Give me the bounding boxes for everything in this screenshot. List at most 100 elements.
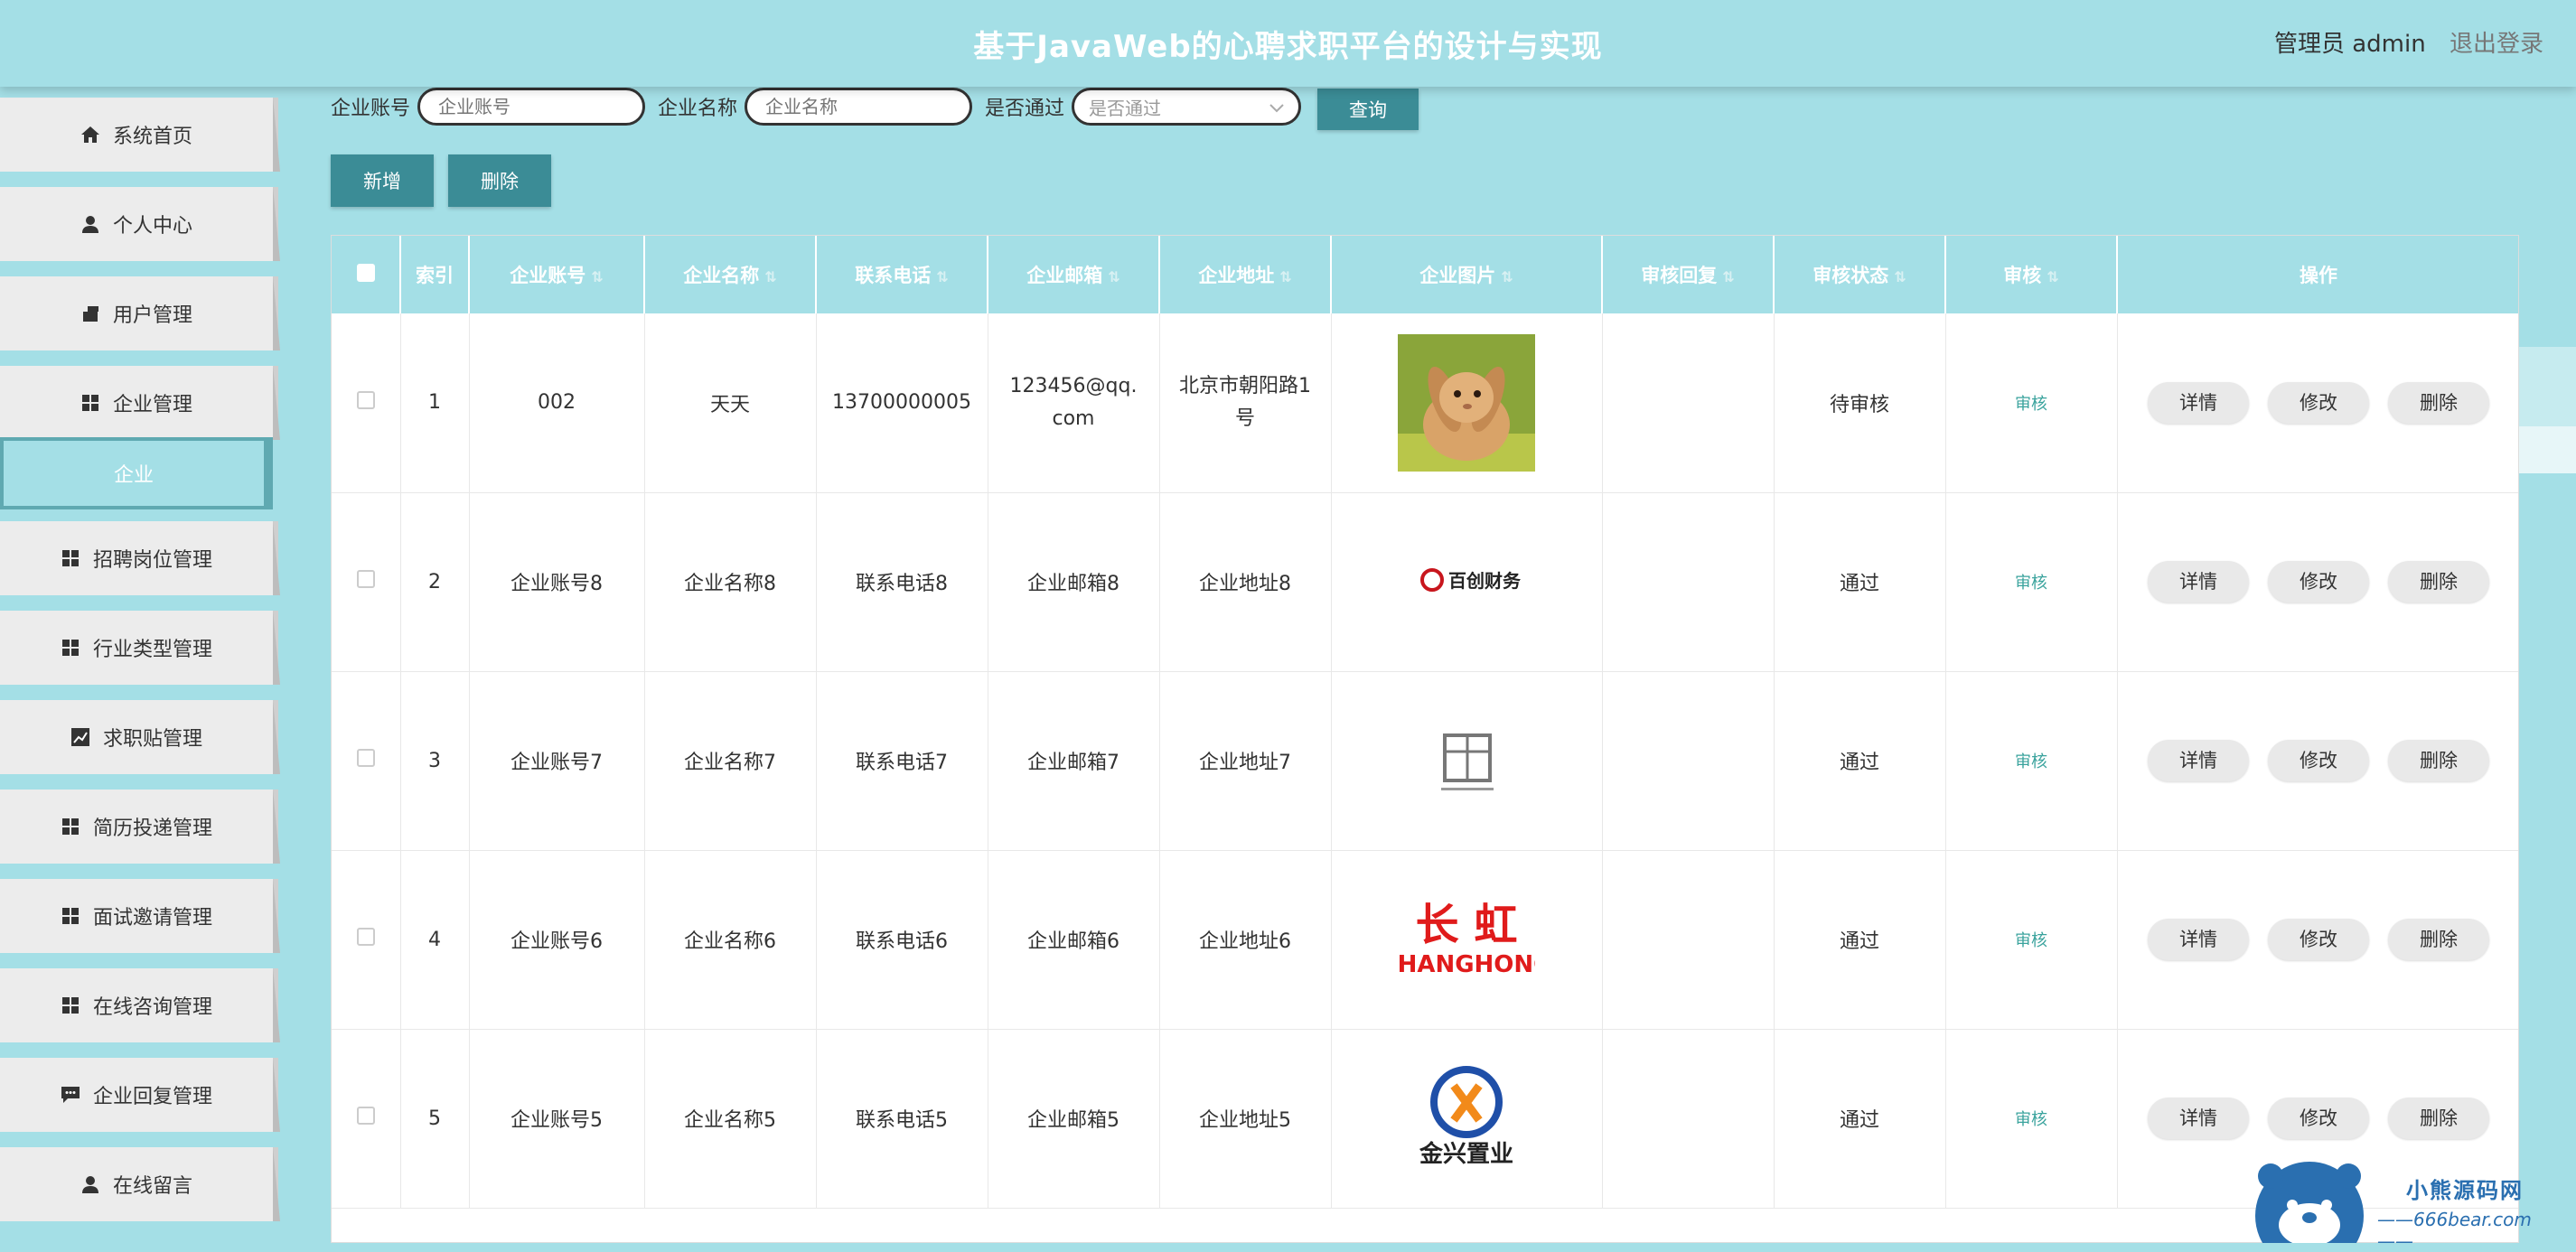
detail-button[interactable]: 详情 bbox=[2148, 740, 2249, 781]
cell-reply bbox=[1602, 1029, 1774, 1208]
cell-status: 待审核 bbox=[1774, 313, 1945, 492]
cell-index: 1 bbox=[400, 313, 469, 492]
company-table: 索引 企业账号⇅ 企业名称⇅ 联系电话⇅ 企业邮箱⇅ 企业地址⇅ 企业图片⇅ 审… bbox=[331, 235, 2519, 1243]
sidebar-subitem-company[interactable]: 企业 bbox=[0, 437, 273, 509]
sidebar-item-jobs[interactable]: 招聘岗位管理 bbox=[0, 521, 273, 595]
col-header-address[interactable]: 企业地址⇅ bbox=[1159, 236, 1331, 313]
col-header-audit[interactable]: 审核⇅ bbox=[1945, 236, 2117, 313]
cell-name: 企业名称5 bbox=[644, 1029, 816, 1208]
select-all-cell[interactable] bbox=[332, 236, 400, 313]
user-icon bbox=[80, 214, 100, 234]
action-bar: 新增 删除 bbox=[331, 154, 566, 207]
col-header-status[interactable]: 审核状态⇅ bbox=[1774, 236, 1945, 313]
audit-link[interactable]: 审核 bbox=[2015, 752, 2047, 771]
cell-phone: 13700000005 bbox=[816, 313, 988, 492]
sidebar-item-label: 企业管理 bbox=[113, 388, 192, 417]
sidebar-item-label: 行业类型管理 bbox=[93, 633, 212, 662]
cell-audit: 审核 bbox=[1945, 1029, 2117, 1208]
audit-link[interactable]: 审核 bbox=[2015, 395, 2047, 414]
batch-delete-button[interactable]: 删除 bbox=[448, 154, 551, 207]
user-icon bbox=[80, 1174, 100, 1194]
sort-icon: ⇅ bbox=[1722, 268, 1734, 285]
edit-button[interactable]: 修改 bbox=[2268, 561, 2369, 603]
audit-link[interactable]: 审核 bbox=[2015, 1110, 2047, 1129]
detail-button[interactable]: 详情 bbox=[2148, 382, 2249, 424]
audit-link[interactable]: 审核 bbox=[2015, 574, 2047, 593]
home-icon bbox=[80, 125, 100, 145]
edit-button[interactable]: 修改 bbox=[2268, 919, 2369, 960]
delete-button[interactable]: 删除 bbox=[2388, 561, 2489, 603]
col-header-account[interactable]: 企业账号⇅ bbox=[469, 236, 644, 313]
pass-select[interactable]: 是否通过 bbox=[1072, 88, 1301, 126]
row-checkbox[interactable] bbox=[357, 570, 375, 588]
sidebar-item-resumes[interactable]: 简历投递管理 bbox=[0, 790, 273, 864]
delete-button[interactable]: 删除 bbox=[2388, 740, 2489, 781]
audit-link[interactable]: 审核 bbox=[2015, 931, 2047, 950]
sidebar-item-replies[interactable]: 企业回复管理 bbox=[0, 1058, 273, 1132]
row-checkbox[interactable] bbox=[357, 749, 375, 767]
row-checkbox[interactable] bbox=[357, 928, 375, 946]
cell-reply bbox=[1602, 850, 1774, 1029]
table-row: 4 企业账号6 企业名称6 联系电话6 企业邮箱6 企业地址6 长 虹 CHAN… bbox=[332, 850, 2519, 1029]
sidebar-item-profile[interactable]: 个人中心 bbox=[0, 187, 273, 261]
sidebar-item-home[interactable]: 系统首页 bbox=[0, 98, 273, 172]
cell-index: 4 bbox=[400, 850, 469, 1029]
grid-icon bbox=[80, 393, 100, 413]
sidebar-item-job-posts[interactable]: 求职贴管理 bbox=[0, 700, 273, 774]
sort-icon: ⇅ bbox=[1894, 268, 1906, 285]
logout-link[interactable]: 退出登录 bbox=[2450, 31, 2543, 58]
cell-name: 企业名称7 bbox=[644, 671, 816, 850]
cell-account: 企业账号5 bbox=[469, 1029, 644, 1208]
delete-button[interactable]: 删除 bbox=[2388, 382, 2489, 424]
detail-button[interactable]: 详情 bbox=[2148, 1098, 2249, 1139]
table-header-row: 索引 企业账号⇅ 企业名称⇅ 联系电话⇅ 企业邮箱⇅ 企业地址⇅ 企业图片⇅ 审… bbox=[332, 236, 2519, 313]
cell-reply bbox=[1602, 492, 1774, 671]
seal-logo bbox=[1398, 692, 1535, 829]
watermark-url: ——666bear.com—— bbox=[2377, 1209, 2558, 1252]
col-header-image[interactable]: 企业图片⇅ bbox=[1331, 236, 1602, 313]
query-button[interactable]: 查询 bbox=[1317, 89, 1419, 130]
row-checkbox[interactable] bbox=[357, 1107, 375, 1125]
cell-ops: 详情 修改 删除 bbox=[2117, 313, 2519, 492]
sidebar-item-interviews[interactable]: 面试邀请管理 bbox=[0, 879, 273, 953]
account-label: 企业账号 bbox=[331, 92, 410, 121]
col-header-reply[interactable]: 审核回复⇅ bbox=[1602, 236, 1774, 313]
col-header-phone[interactable]: 联系电话⇅ bbox=[816, 236, 988, 313]
col-header-name[interactable]: 企业名称⇅ bbox=[644, 236, 816, 313]
grid-icon bbox=[61, 906, 80, 926]
detail-button[interactable]: 详情 bbox=[2148, 561, 2249, 603]
cell-status: 通过 bbox=[1774, 850, 1945, 1029]
col-header-index: 索引 bbox=[400, 236, 469, 313]
sidebar-item-users[interactable]: 用户管理 bbox=[0, 276, 273, 350]
cell-phone: 联系电话7 bbox=[816, 671, 988, 850]
delete-button[interactable]: 删除 bbox=[2388, 919, 2489, 960]
edit-button[interactable]: 修改 bbox=[2268, 1098, 2369, 1139]
edit-button[interactable]: 修改 bbox=[2268, 382, 2369, 424]
add-button[interactable]: 新增 bbox=[331, 154, 434, 207]
chart-icon bbox=[70, 727, 90, 747]
cell-index: 5 bbox=[400, 1029, 469, 1208]
sort-icon: ⇅ bbox=[1279, 268, 1291, 285]
chat-icon bbox=[61, 1085, 80, 1105]
detail-button[interactable]: 详情 bbox=[2148, 919, 2249, 960]
account-search-input[interactable] bbox=[417, 88, 645, 126]
sidebar-item-consult[interactable]: 在线咨询管理 bbox=[0, 968, 273, 1042]
sidebar-item-label: 招聘岗位管理 bbox=[93, 544, 212, 573]
row-checkbox[interactable] bbox=[357, 391, 375, 409]
col-header-ops: 操作 bbox=[2117, 236, 2519, 313]
edit-button[interactable]: 修改 bbox=[2268, 740, 2369, 781]
baichuang-logo: 百创财务 bbox=[1398, 513, 1535, 650]
cell-reply bbox=[1602, 313, 1774, 492]
grid-icon bbox=[61, 638, 80, 658]
sort-icon: ⇅ bbox=[764, 268, 776, 285]
sidebar-item-messages[interactable]: 在线留言 bbox=[0, 1147, 273, 1221]
svg-text:金兴置业: 金兴置业 bbox=[1419, 1140, 1513, 1168]
delete-button[interactable]: 删除 bbox=[2388, 1098, 2489, 1139]
name-search-input[interactable] bbox=[745, 88, 972, 126]
col-header-email[interactable]: 企业邮箱⇅ bbox=[988, 236, 1159, 313]
cell-name: 企业名称8 bbox=[644, 492, 816, 671]
sidebar-item-industry[interactable]: 行业类型管理 bbox=[0, 611, 273, 685]
select-all-checkbox[interactable] bbox=[357, 264, 375, 282]
sidebar-item-company-manage[interactable]: 企业管理 bbox=[0, 366, 273, 440]
sidebar-item-label: 系统首页 bbox=[113, 120, 192, 149]
